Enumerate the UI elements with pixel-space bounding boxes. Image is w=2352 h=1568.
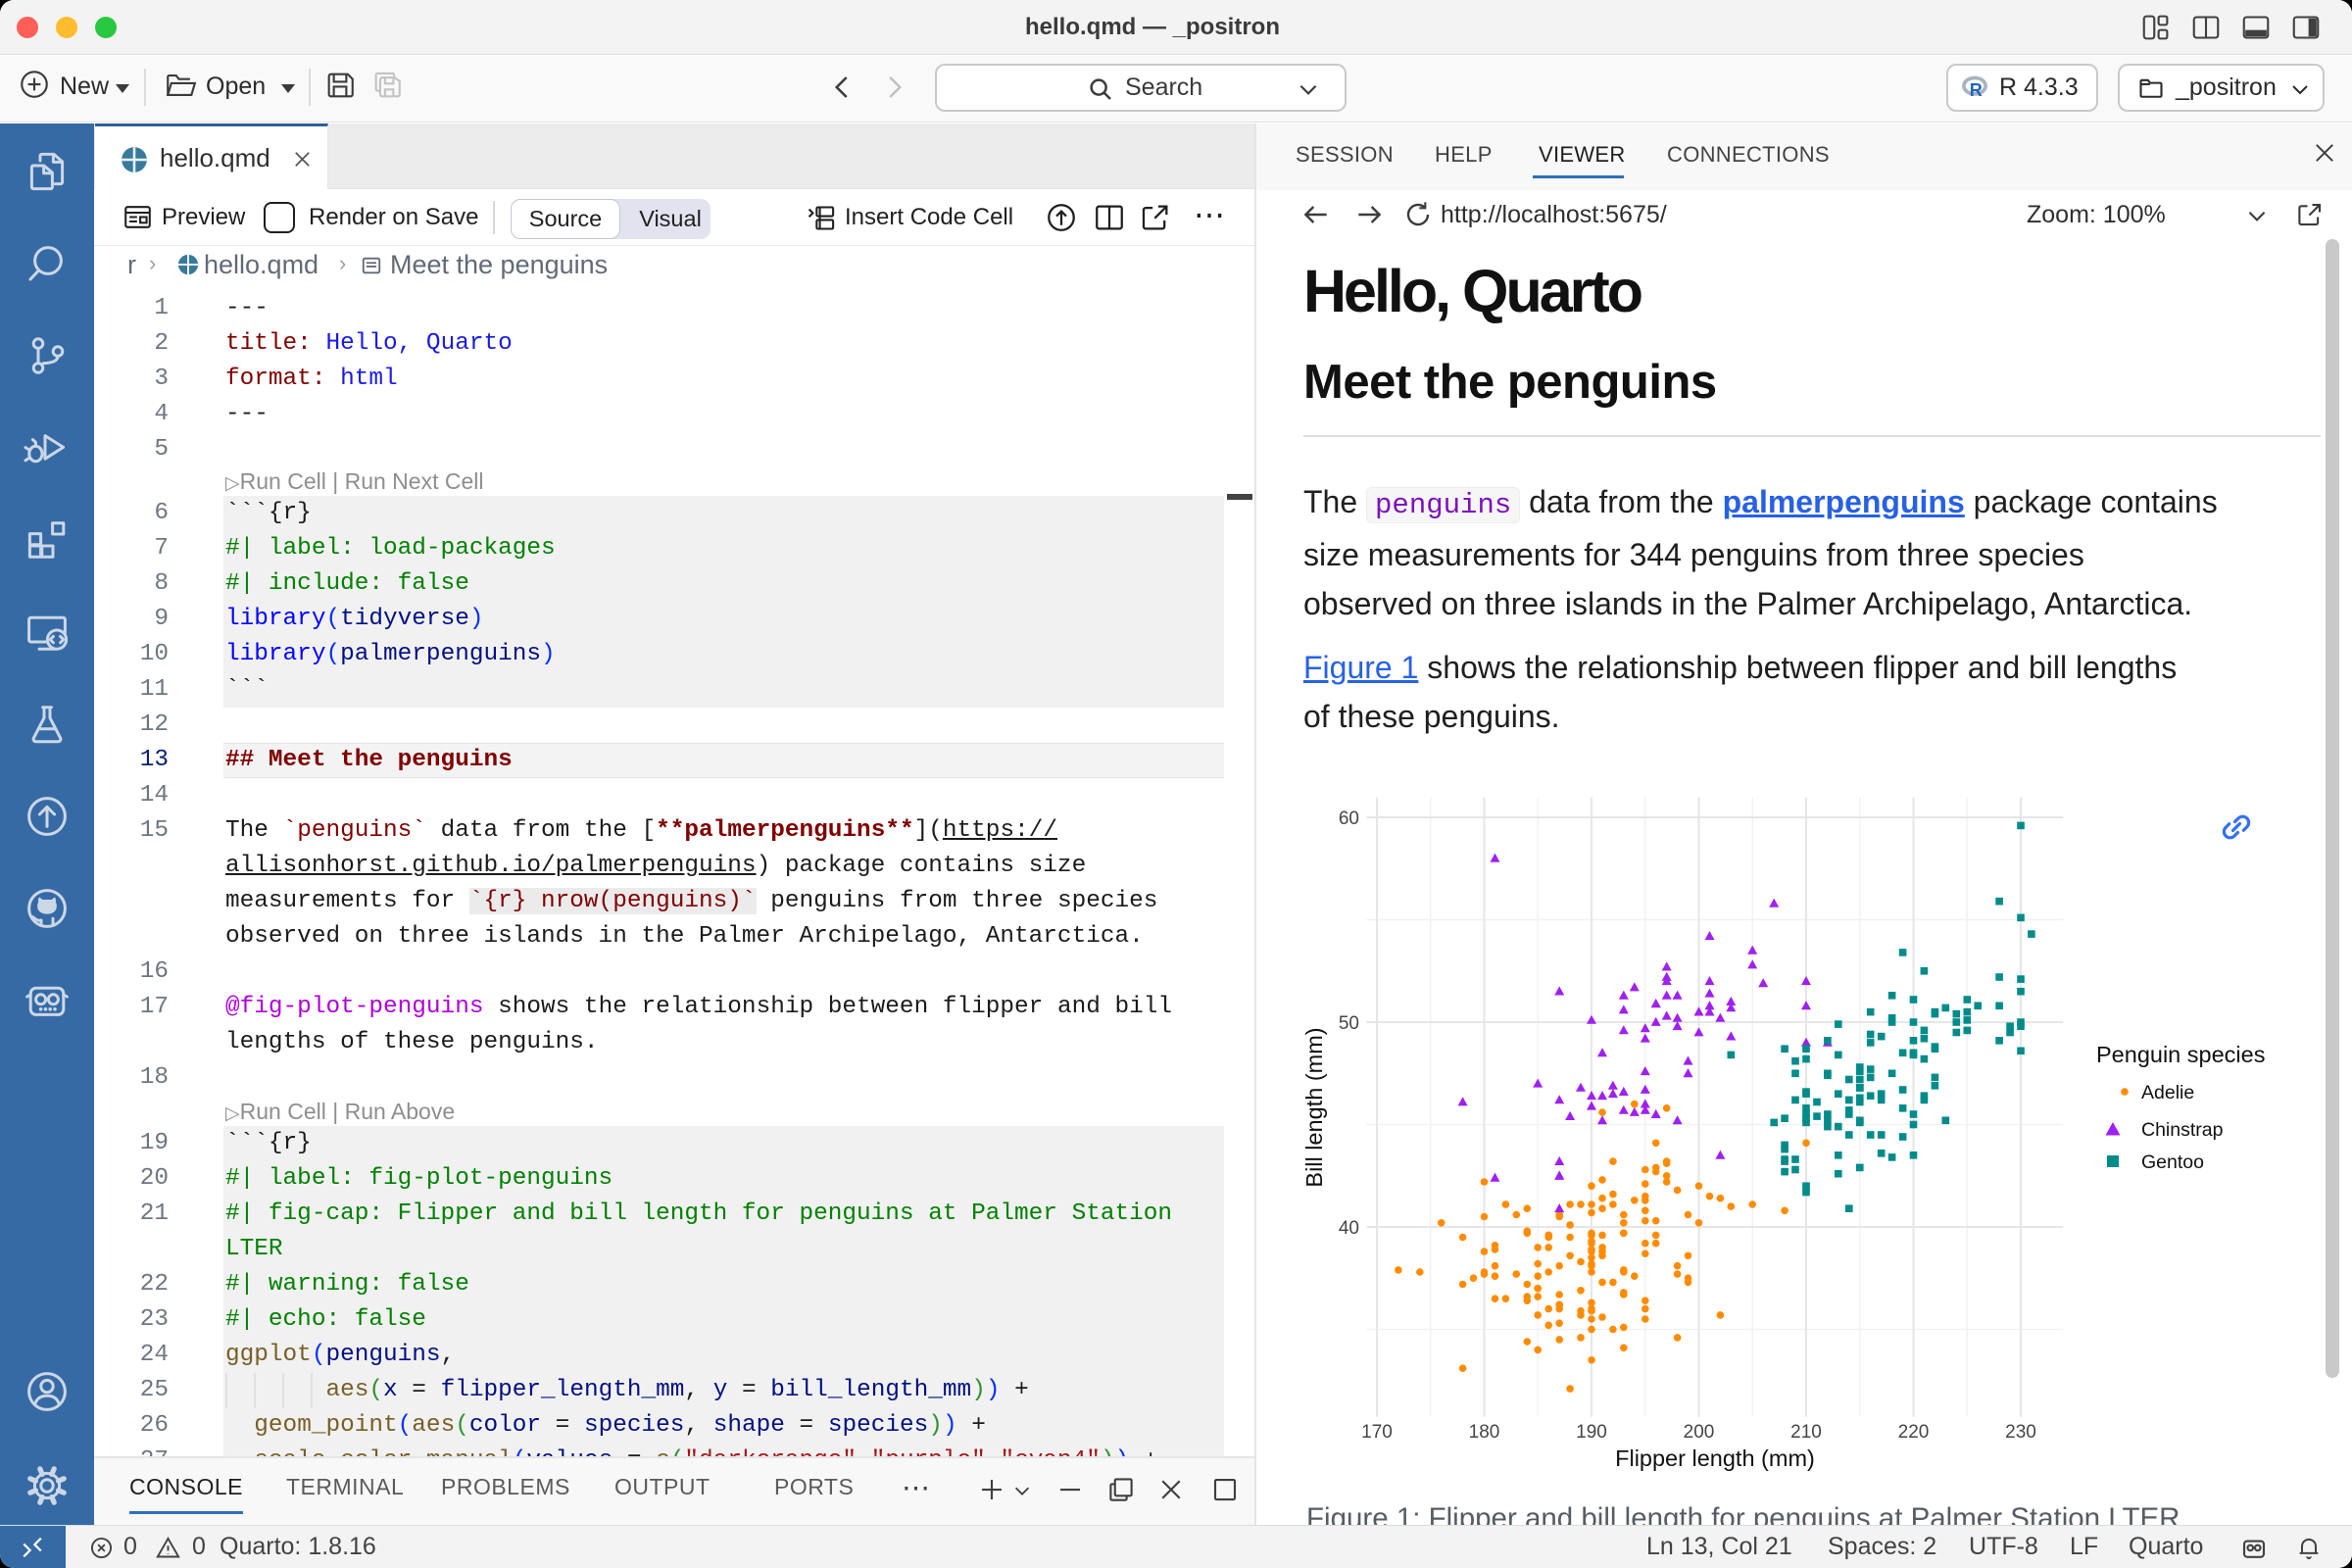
svg-text:50: 50 xyxy=(1339,1013,1359,1034)
svg-text:R: R xyxy=(1970,80,1983,100)
svg-text:Penguin species: Penguin species xyxy=(2096,1042,2265,1067)
svg-text:Bill length (mm): Bill length (mm) xyxy=(1301,1027,1327,1187)
svg-text:170: 170 xyxy=(1361,1422,1393,1443)
svg-text:Adelie: Adelie xyxy=(2141,1082,2194,1103)
svg-text:230: 230 xyxy=(2005,1422,2036,1443)
svg-text:220: 220 xyxy=(1898,1422,1930,1443)
svg-text:60: 60 xyxy=(1339,808,1359,829)
svg-text:180: 180 xyxy=(1469,1422,1500,1443)
svg-text:Gentoo: Gentoo xyxy=(2141,1152,2204,1173)
svg-text:40: 40 xyxy=(1339,1218,1359,1239)
svg-text:210: 210 xyxy=(1790,1422,1822,1443)
svg-text:Chinstrap: Chinstrap xyxy=(2141,1119,2224,1141)
svg-text:190: 190 xyxy=(1576,1422,1607,1443)
svg-text:200: 200 xyxy=(1684,1422,1715,1443)
svg-text:Flipper length (mm): Flipper length (mm) xyxy=(1615,1446,1815,1471)
